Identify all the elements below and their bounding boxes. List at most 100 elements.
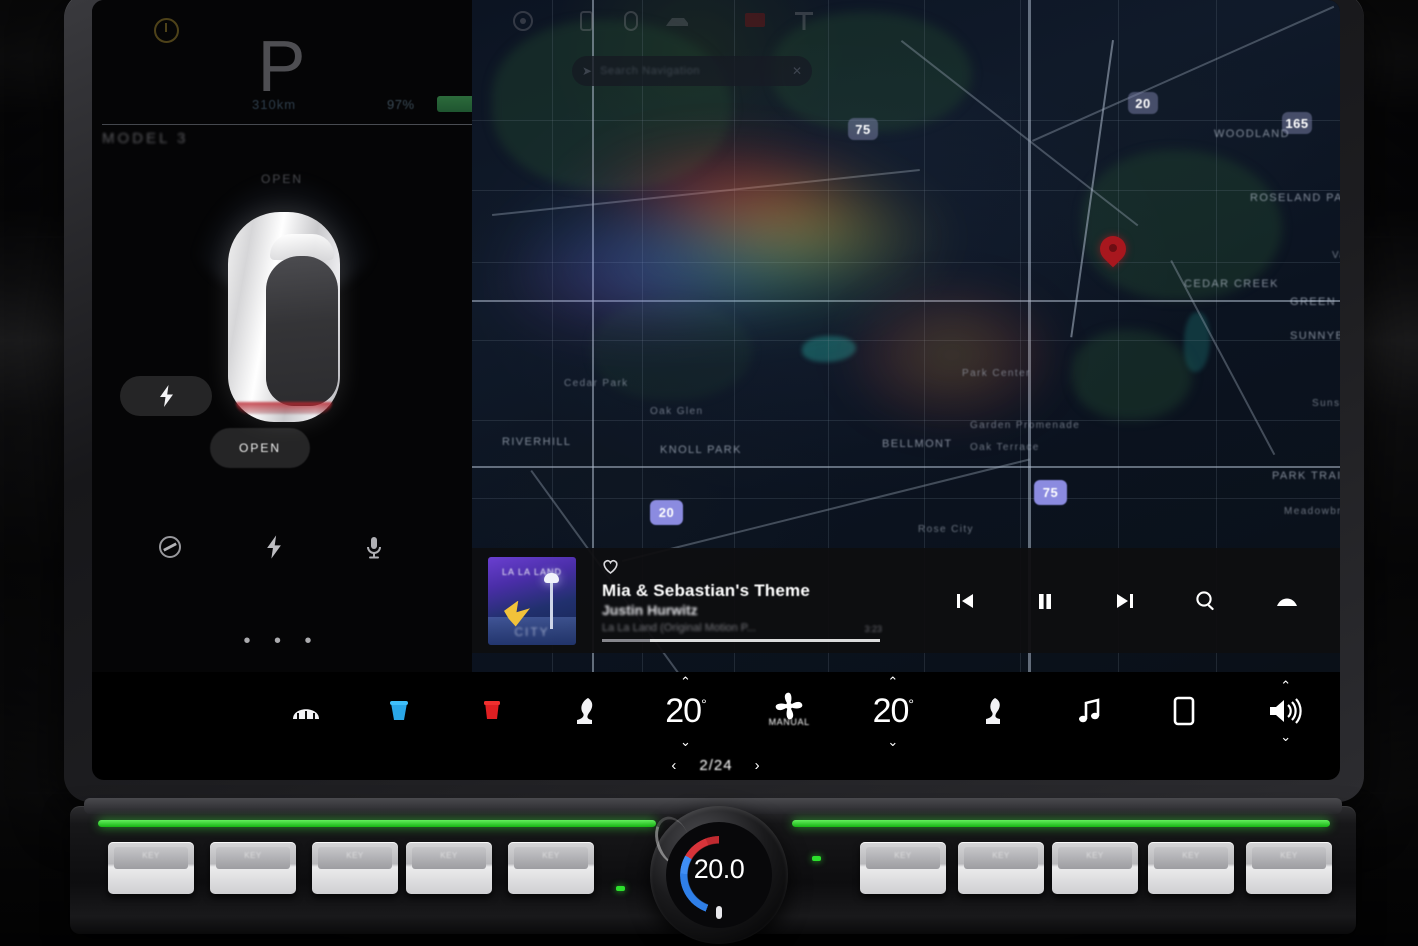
- chevron-down-icon[interactable]: ⌄: [1280, 730, 1291, 743]
- chevron-down-icon[interactable]: ⌄: [887, 735, 898, 748]
- record-icon[interactable]: [744, 12, 766, 32]
- pause-icon[interactable]: [1034, 590, 1056, 612]
- map-place-label: Oak Glen: [650, 406, 704, 417]
- hardware-key[interactable]: KEY: [1052, 842, 1138, 894]
- status-led: [616, 886, 625, 891]
- map-place-label: GREEN MEADOWS: [1290, 296, 1340, 308]
- map-road-major: [472, 466, 1340, 468]
- microphone-icon[interactable]: [356, 535, 392, 563]
- fan-mode-button[interactable]: MANUAL: [740, 690, 839, 733]
- seat-icon[interactable]: [947, 696, 1042, 726]
- no-entry-icon[interactable]: [152, 535, 188, 563]
- status-led: [812, 856, 821, 861]
- car-visualization[interactable]: [192, 176, 378, 433]
- hardware-key[interactable]: KEY: [1148, 842, 1234, 894]
- driver-temperature-control[interactable]: ⌃ 20 ° ⌄: [631, 675, 740, 748]
- previous-icon[interactable]: [954, 590, 976, 612]
- pager-label: 2/24: [699, 756, 733, 774]
- charge-port-button[interactable]: [120, 376, 212, 416]
- hardware-key[interactable]: KEY: [312, 842, 398, 894]
- hardware-key[interactable]: KEY: [860, 842, 946, 894]
- top-status-bar: [512, 6, 872, 40]
- close-icon[interactable]: ✕: [792, 64, 802, 78]
- steering-wheel-icon[interactable]: [512, 10, 534, 36]
- car-icon[interactable]: [664, 14, 690, 33]
- hardware-key[interactable]: KEY: [210, 842, 296, 894]
- led-strip-right: [792, 820, 1330, 827]
- vehicle-quick-controls: [92, 535, 472, 571]
- album-art-title: LA LA LAND: [501, 566, 563, 577]
- hardware-key[interactable]: KEY: [1246, 842, 1332, 894]
- chevron-up-icon[interactable]: ⌃: [887, 675, 898, 688]
- map-place-label: ROSELAND PARK: [1250, 192, 1340, 204]
- footwell-vent-icon[interactable]: [538, 696, 631, 726]
- map-water: [1184, 312, 1210, 372]
- infotainment-screen: P 310km 97% MODEL 3 OPEN • • • ➤ Search …: [92, 0, 1340, 780]
- car-infotainment-screenshot: P 310km 97% MODEL 3 OPEN • • • ➤ Search …: [0, 0, 1418, 946]
- hardware-key[interactable]: KEY: [508, 842, 594, 894]
- hardware-key[interactable]: KEY: [958, 842, 1044, 894]
- driver-temperature-value: 20 °: [665, 691, 706, 730]
- map-greenspace: [492, 20, 732, 190]
- climate-knob[interactable]: 20.0: [649, 806, 788, 944]
- chevron-up-icon[interactable]: ⌃: [680, 675, 691, 688]
- map-place-label: WOODLAND: [1214, 128, 1290, 140]
- hardware-key[interactable]: KEY: [406, 842, 492, 894]
- chevron-down-icon[interactable]: ⌄: [680, 735, 691, 748]
- range-battery-row: 310km 97%: [92, 95, 493, 117]
- heart-icon[interactable]: [602, 559, 892, 578]
- text-icon[interactable]: [794, 10, 814, 36]
- map-place-label: Valley Ridge: [1332, 250, 1340, 261]
- chevron-up-icon[interactable]: ⌃: [1280, 679, 1291, 692]
- car-taillight: [236, 402, 332, 414]
- map-place-label: Sunset Hills: [1312, 398, 1340, 409]
- map-highway-shield: 75: [1034, 480, 1067, 505]
- navigation-icon: ➤: [582, 64, 593, 78]
- destination-pin[interactable]: [1094, 230, 1132, 272]
- map-place-label: Cedar Park: [564, 378, 629, 389]
- volume-control[interactable]: ⌃ ⌄: [1231, 679, 1340, 743]
- media-player: LA LA LAND CITY Mia & Sebastian's Theme …: [472, 548, 1340, 653]
- pin-dot: [1109, 244, 1117, 252]
- map-place-label: PARK TRAIL: [1272, 470, 1340, 482]
- hardware-key[interactable]: KEY: [108, 842, 194, 894]
- map-greenspace: [1072, 330, 1192, 420]
- map-search-placeholder: Search Navigation: [600, 65, 701, 77]
- map-highway-shield: 20: [650, 500, 683, 525]
- map-highway-shield: 75: [848, 118, 878, 140]
- battery-icon[interactable]: [624, 11, 638, 35]
- music-note-icon[interactable]: [1042, 697, 1137, 725]
- map-road: [472, 340, 1340, 341]
- map-place-label: Garden Promenade: [970, 420, 1081, 431]
- pager-next-button[interactable]: ›: [755, 757, 761, 774]
- seat-heat-icon[interactable]: [446, 697, 539, 725]
- phone-tablet-icon[interactable]: [1137, 696, 1232, 726]
- pager-prev-button[interactable]: ‹: [671, 757, 677, 774]
- track-info: Mia & Sebastian's Theme Justin Hurwitz L…: [602, 559, 892, 642]
- track-artist: Justin Hurwitz: [602, 602, 698, 618]
- page-pager: ‹ 2/24 ›: [92, 750, 1340, 780]
- passenger-temperature-value: 20 °: [872, 691, 914, 730]
- page-dots[interactable]: • • •: [92, 630, 472, 653]
- progress-elapsed: [602, 639, 650, 642]
- open-trunk-button[interactable]: OPEN: [210, 428, 310, 468]
- seat-cool-icon[interactable]: [353, 697, 446, 725]
- bolt-icon[interactable]: [256, 535, 292, 563]
- next-icon[interactable]: [1114, 590, 1136, 612]
- map-place-label: Rose City: [918, 524, 974, 535]
- map-search-bar[interactable]: ➤ Search Navigation ✕: [572, 56, 812, 86]
- climate-bar: ⌃ 20 ° ⌄ MANUAL ⌃ 20 ° ⌄ ⌃ ⌄: [92, 672, 1340, 750]
- defrost-icon[interactable]: [260, 698, 353, 724]
- search-icon[interactable]: [1194, 589, 1217, 612]
- album-art-lamp: [544, 572, 559, 583]
- passenger-temperature-control[interactable]: ⌃ 20 ° ⌄: [839, 675, 948, 748]
- phone-icon[interactable]: [580, 11, 593, 35]
- progress-bar[interactable]: 3:23: [602, 624, 882, 642]
- eject-icon[interactable]: [1275, 593, 1299, 609]
- map-place-label: Meadowbrook: [1284, 506, 1340, 517]
- album-art[interactable]: LA LA LAND CITY: [488, 556, 576, 645]
- range-value: 310km: [252, 97, 297, 112]
- model-label: MODEL 3: [102, 130, 189, 147]
- bolt-icon: [159, 385, 173, 407]
- track-title: Mia & Sebastian's Theme: [602, 581, 810, 600]
